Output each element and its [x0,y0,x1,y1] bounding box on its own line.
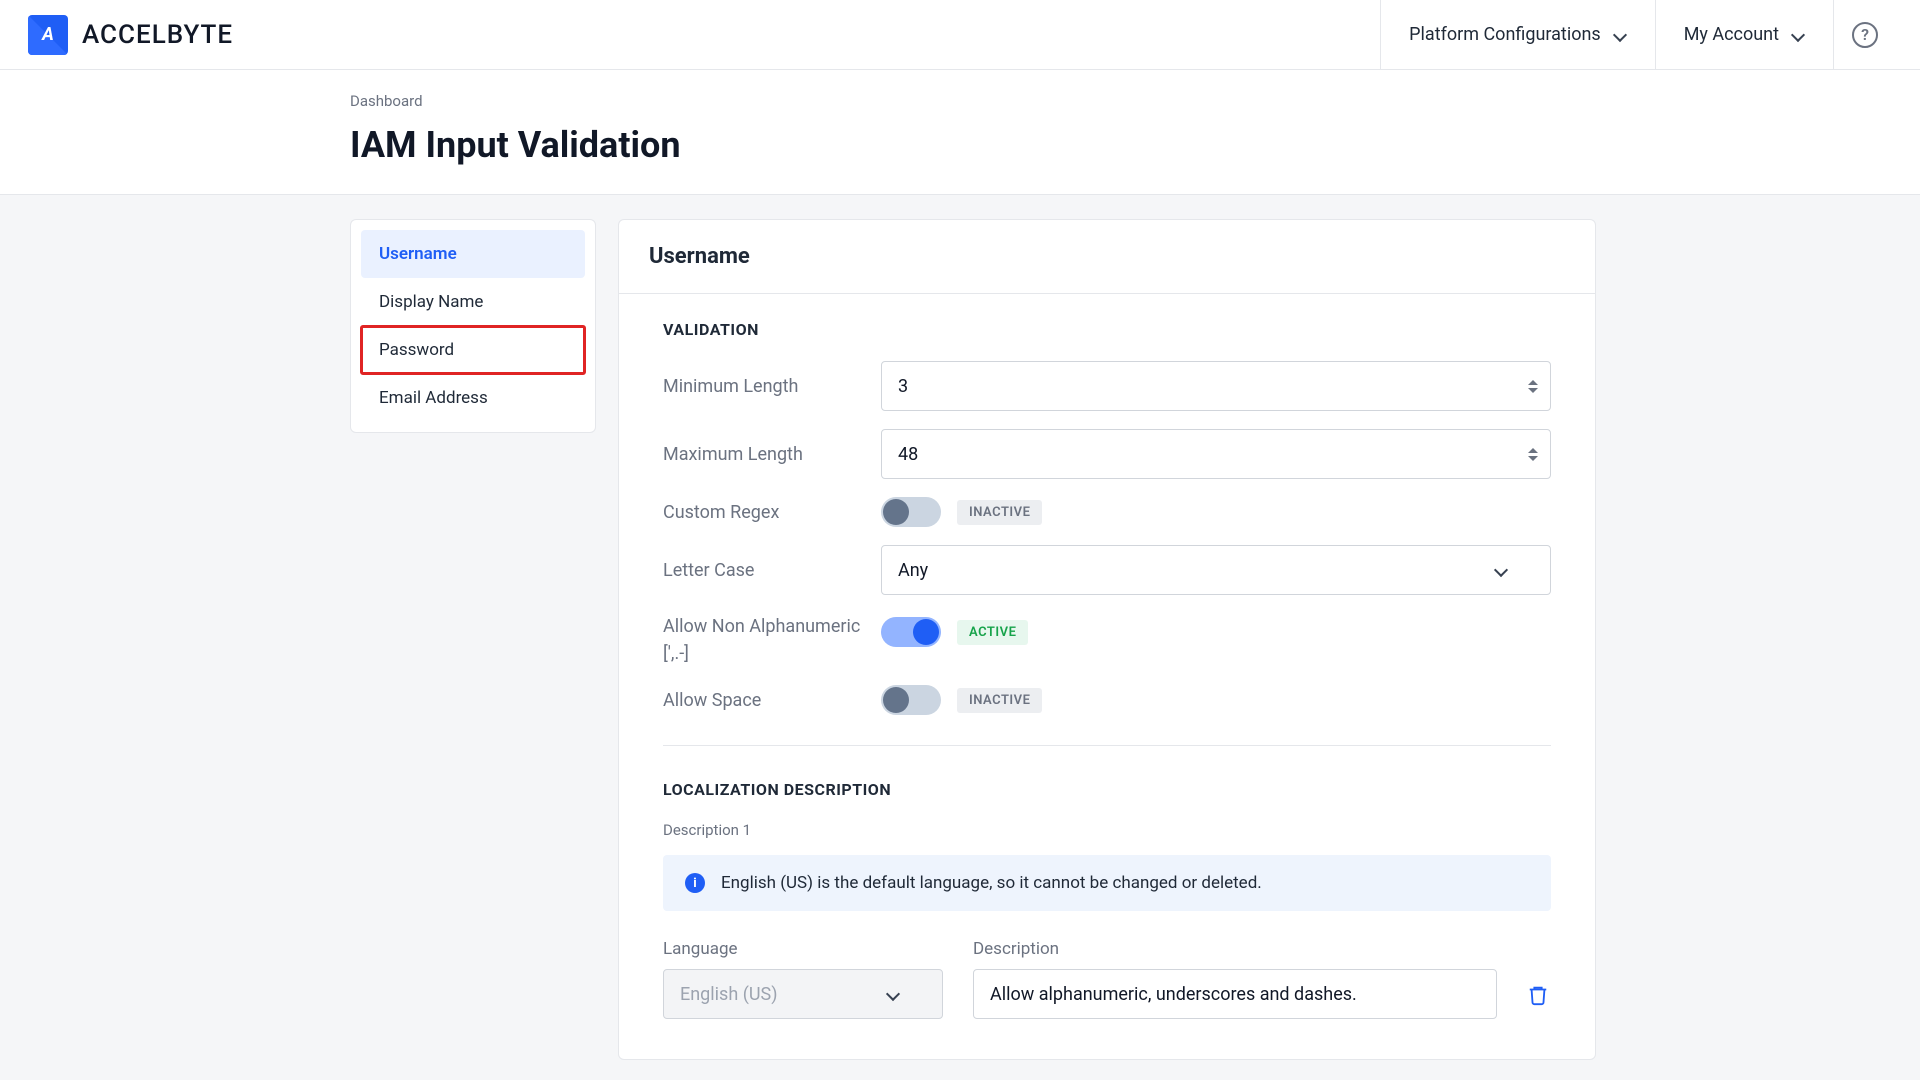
sidebar-item-email-address[interactable]: Email Address [361,374,585,422]
chevron-down-icon [1613,28,1627,42]
brand: A ACCELBYTE [28,15,233,55]
section-divider [663,745,1551,746]
topbar: A ACCELBYTE Platform Configurations My A… [0,0,1920,70]
sidebar-item-display-name[interactable]: Display Name [361,278,585,326]
panel-heading: Username [619,220,1595,294]
custom-regex-badge: INACTIVE [957,500,1042,525]
page-head: Dashboard IAM Input Validation [0,70,1920,195]
my-account-label: My Account [1684,24,1779,45]
breadcrumb[interactable]: Dashboard [350,92,1920,110]
allow-non-alphanumeric-label: Allow Non Alphanumeric [',.-] [663,613,881,667]
help-icon: ? [1852,22,1878,48]
min-length-input[interactable]: 3 [881,361,1551,411]
chevron-down-icon [886,987,900,1001]
my-account-menu[interactable]: My Account [1655,0,1833,70]
allow-space-toggle[interactable] [881,685,941,715]
chevron-down-icon [1791,28,1805,42]
content: Username Display Name Password Email Add… [0,195,1920,1060]
page-title: IAM Input Validation [350,124,1920,166]
max-length-label: Maximum Length [663,441,881,468]
sidebar: Username Display Name Password Email Add… [350,219,596,433]
description-input[interactable]: Allow alphanumeric, underscores and dash… [973,969,1497,1019]
sidebar-item-password[interactable]: Password [361,326,585,374]
custom-regex-toggle[interactable] [881,497,941,527]
delete-description-button[interactable] [1527,983,1549,1007]
platform-configurations-label: Platform Configurations [1409,24,1601,45]
brand-name: ACCELBYTE [82,20,233,50]
language-select[interactable]: English (US) [663,969,943,1019]
trash-icon [1527,983,1549,1007]
localization-section-title: LOCALIZATION DESCRIPTION [663,780,1551,799]
allow-space-label: Allow Space [663,687,881,714]
brand-logo-icon: A [28,15,68,55]
stepper-icon[interactable] [1524,373,1542,399]
letter-case-label: Letter Case [663,557,881,584]
description-label: Description [973,939,1497,959]
language-label: Language [663,939,943,959]
description-subtitle: Description 1 [663,821,1551,839]
custom-regex-label: Custom Regex [663,499,881,526]
info-banner: i English (US) is the default language, … [663,855,1551,911]
sidebar-item-username[interactable]: Username [361,230,585,278]
chevron-down-icon [1494,563,1508,577]
min-length-label: Minimum Length [663,373,881,400]
validation-section-title: VALIDATION [663,320,1551,339]
max-length-input[interactable]: 48 [881,429,1551,479]
allow-non-alphanumeric-toggle[interactable] [881,617,941,647]
info-icon: i [685,873,705,893]
main-panel: Username VALIDATION Minimum Length 3 Max… [618,219,1596,1060]
letter-case-select[interactable]: Any [881,545,1551,595]
allow-non-alphanumeric-badge: ACTIVE [957,620,1028,645]
platform-configurations-menu[interactable]: Platform Configurations [1380,0,1655,70]
info-banner-text: English (US) is the default language, so… [721,873,1262,893]
allow-space-badge: INACTIVE [957,688,1042,713]
help-button[interactable]: ? [1833,0,1896,70]
stepper-icon[interactable] [1524,441,1542,467]
